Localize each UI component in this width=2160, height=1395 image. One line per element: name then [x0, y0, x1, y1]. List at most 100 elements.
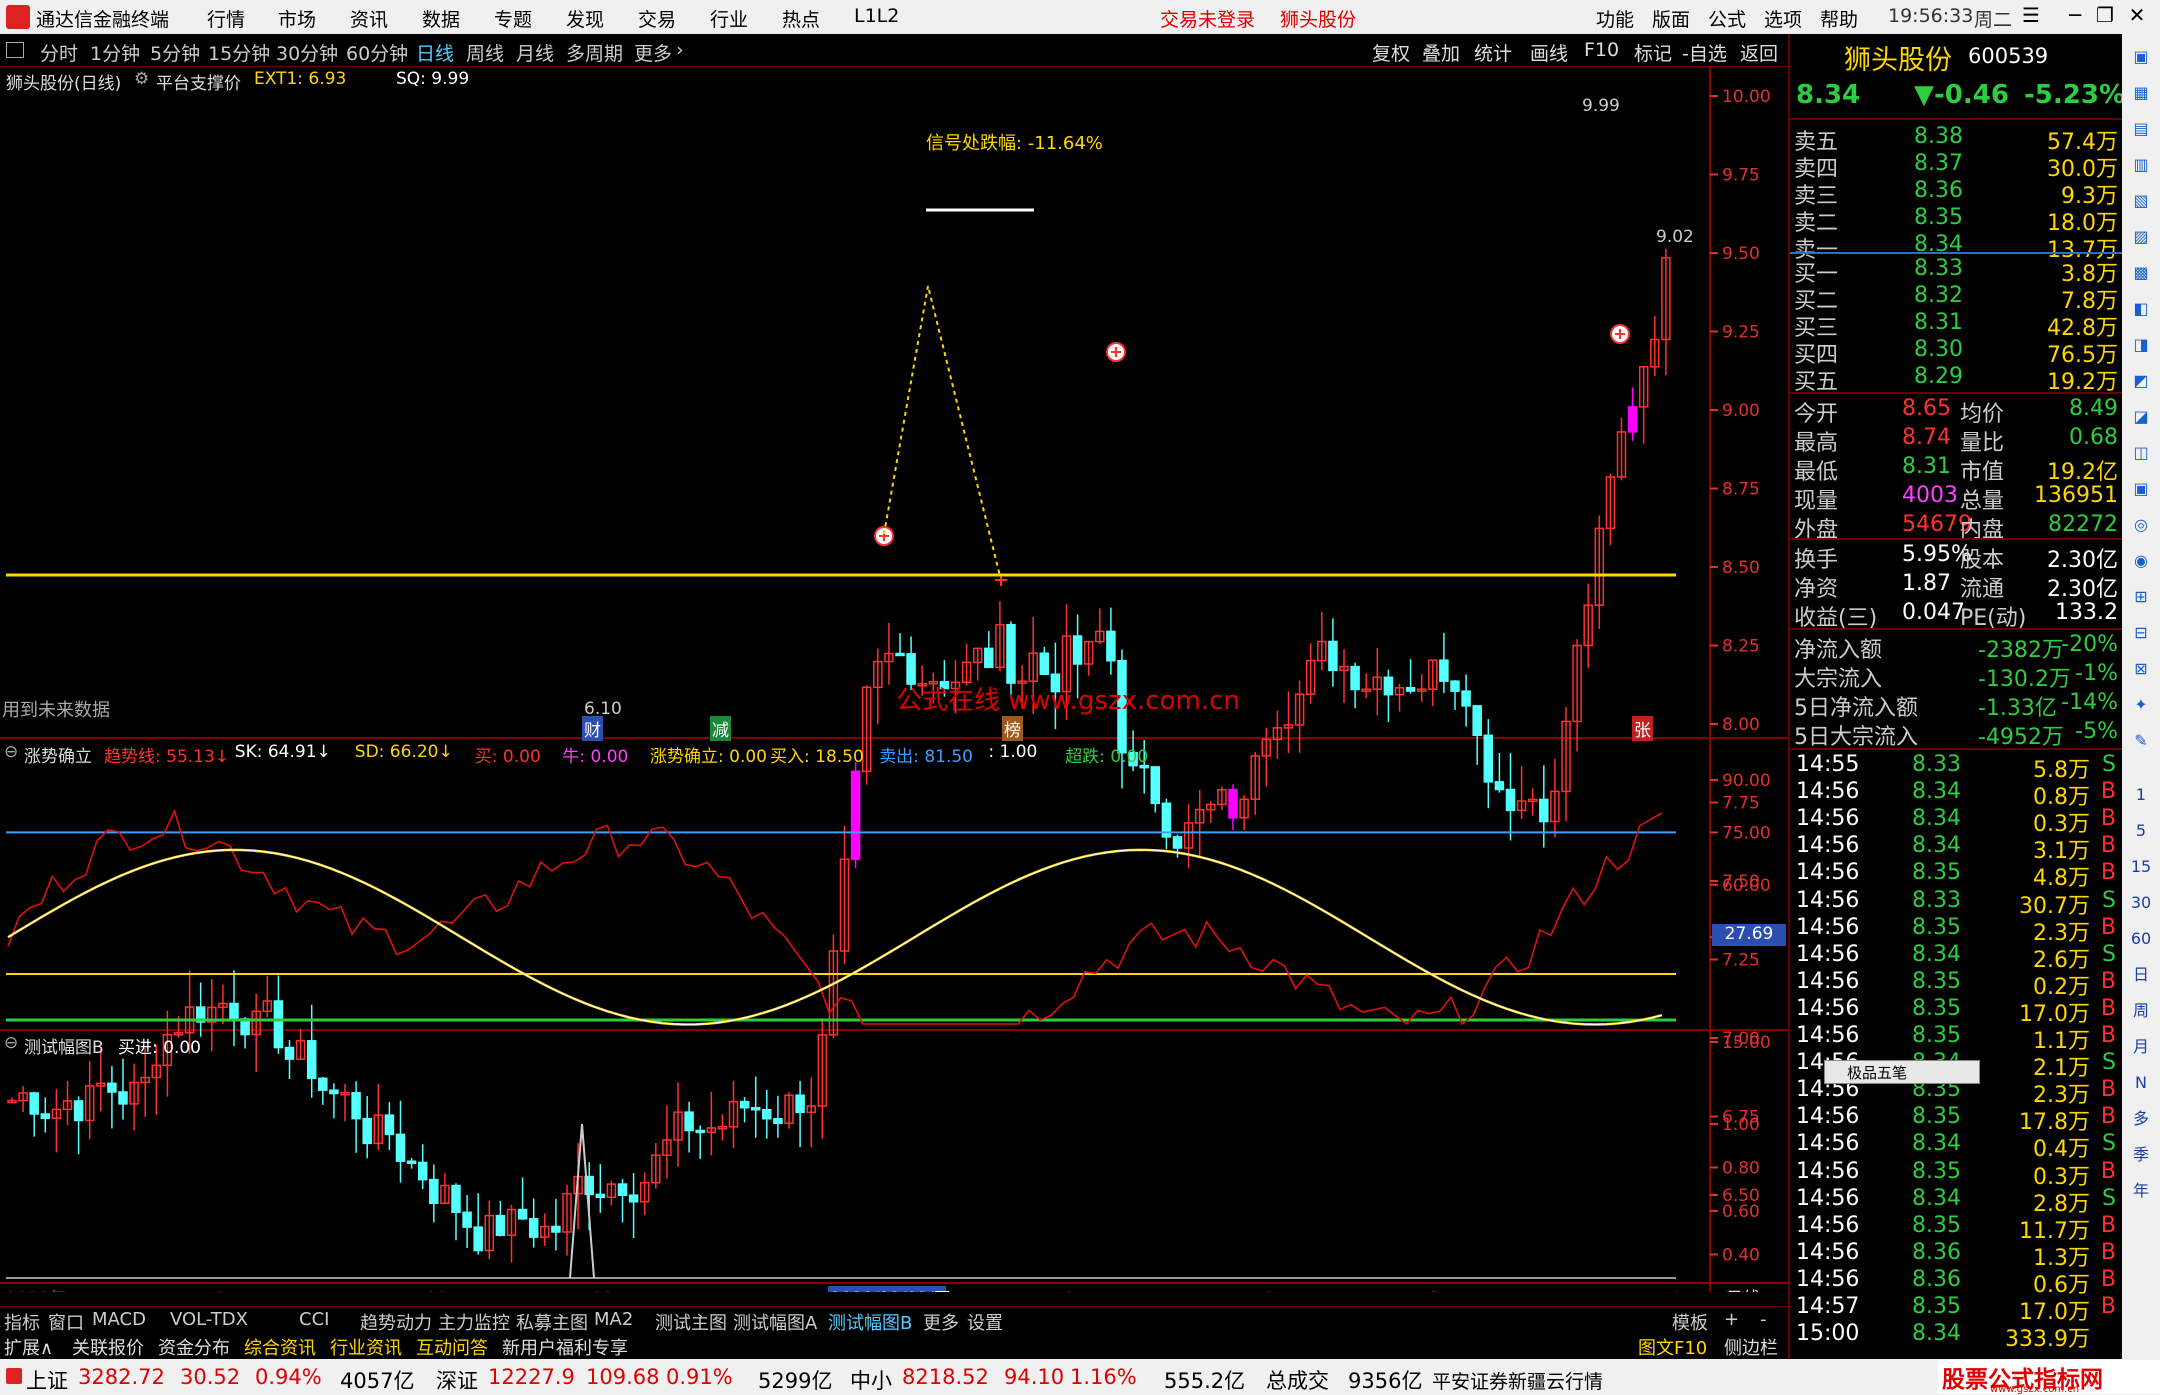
side-tool-icon[interactable]: ▧ [2128, 188, 2154, 214]
side-tool-icon[interactable]: ▩ [2128, 260, 2154, 286]
indicator1-toggle-icon[interactable]: ⊖ [4, 742, 18, 762]
menu-trade[interactable]: 交易 [638, 5, 676, 32]
period-60min[interactable]: 60分钟 [346, 39, 408, 66]
side-period-10[interactable]: 季 [2128, 1142, 2154, 1168]
side-tool-icon[interactable]: ◪ [2128, 404, 2154, 430]
minimize-icon[interactable]: ─ [2060, 3, 2090, 31]
marker-zhang[interactable]: 张 [1632, 716, 1653, 741]
menu-industry[interactable]: 行业 [710, 5, 748, 32]
side-tool-icon[interactable]: ▤ [2128, 116, 2154, 142]
ext-tab-5[interactable]: 互动问答 [416, 1334, 488, 1360]
marker-jian[interactable]: 减 [710, 716, 731, 741]
period-30min[interactable]: 30分钟 [276, 39, 338, 66]
ext-tab-4[interactable]: 行业资讯 [330, 1334, 402, 1360]
tab-4[interactable]: CCI [299, 1309, 329, 1330]
menu-data[interactable]: 数据 [422, 5, 460, 32]
period-5min[interactable]: 5分钟 [150, 39, 200, 66]
chart-area[interactable]: 10.00 9.75 9.50 9.25 9.00 8.75 8.50 8.25 8.00 7.7… [0, 66, 1788, 1292]
menu-formula[interactable]: 公式 [1708, 5, 1746, 32]
ext-tab-6[interactable]: 新用户福利专享 [502, 1334, 628, 1360]
gear-icon[interactable]: ⚙ [134, 69, 149, 89]
trade-login-status[interactable]: 交易未登录 [1160, 5, 1255, 32]
side-tool-icon[interactable]: ◎ [2128, 512, 2154, 538]
side-tool-icon[interactable]: ⊠ [2128, 656, 2154, 682]
period-daily[interactable]: 日线 [416, 39, 454, 66]
menu-hot[interactable]: 热点 [782, 5, 820, 32]
panel-toggle-icon[interactable] [6, 42, 24, 58]
sh-label[interactable]: 上证 [26, 1365, 68, 1395]
period-timeshare[interactable]: 分时 [40, 39, 78, 66]
side-period-4[interactable]: 60 [2128, 926, 2154, 952]
ext-right-0[interactable]: 图文F10 [1638, 1334, 1707, 1360]
menu-quote[interactable]: 行情 [207, 5, 245, 32]
side-tool-icon[interactable]: ◩ [2128, 368, 2154, 394]
ext-tab-2[interactable]: 资金分布 [158, 1334, 230, 1360]
side-tool-icon[interactable]: ◨ [2128, 332, 2154, 358]
btn-stats[interactable]: 统计 [1474, 39, 1512, 66]
side-tool-icon[interactable]: ◫ [2128, 440, 2154, 466]
side-period-1[interactable]: 5 [2128, 818, 2154, 844]
side-tool-icon[interactable]: ▥ [2128, 152, 2154, 178]
side-tool-icon[interactable]: ▣ [2128, 44, 2154, 70]
menu-layout[interactable]: 版面 [1652, 5, 1690, 32]
side-tool-icon[interactable]: ⊟ [2128, 620, 2154, 646]
menu-topic[interactable]: 专题 [494, 5, 532, 32]
side-period-8[interactable]: N [2128, 1070, 2154, 1096]
period-more[interactable]: 更多 [634, 39, 672, 66]
ext-tab-1[interactable]: 关联报价 [72, 1334, 144, 1360]
template-btn-1[interactable]: + [1724, 1309, 1739, 1330]
period-monthly[interactable]: 月线 [516, 39, 554, 66]
btn-back[interactable]: 返回 [1740, 39, 1778, 66]
tab-2[interactable]: MACD [92, 1309, 146, 1330]
side-tool-icon[interactable]: ▣ [2128, 476, 2154, 502]
chevron-right-icon[interactable]: › [676, 39, 684, 61]
side-period-0[interactable]: 1 [2128, 782, 2154, 808]
side-period-6[interactable]: 周 [2128, 998, 2154, 1024]
marker-bang[interactable]: 榜 [1002, 716, 1023, 741]
side-tool-icon[interactable]: ◧ [2128, 296, 2154, 322]
side-period-11[interactable]: 年 [2128, 1178, 2154, 1204]
side-tool-icon[interactable]: ▨ [2128, 224, 2154, 250]
btn-f10[interactable]: F10 [1584, 39, 1619, 61]
ext-tab-0[interactable]: 扩展∧ [4, 1334, 53, 1360]
chart-canvas[interactable]: 10.00 9.75 9.50 9.25 9.00 8.75 8.50 8.25 8.00 7.7… [0, 66, 1788, 1292]
period-weekly[interactable]: 周线 [466, 39, 504, 66]
ime-toolbar[interactable]: 极品五笔 [1824, 1060, 1980, 1084]
marker-cai[interactable]: 财 [582, 716, 603, 741]
side-tool-icon[interactable]: ✎ [2128, 728, 2154, 754]
btn-overlay[interactable]: 叠加 [1422, 39, 1460, 66]
period-multi[interactable]: 多周期 [566, 39, 623, 66]
side-tool-icon[interactable]: ✦ [2128, 692, 2154, 718]
side-period-2[interactable]: 15 [2128, 854, 2154, 880]
side-tool-icon[interactable]: ⊞ [2128, 584, 2154, 610]
menu-function[interactable]: 功能 [1596, 5, 1634, 32]
side-period-9[interactable]: 多 [2128, 1106, 2154, 1132]
menu-icon[interactable]: ☰ [2016, 3, 2046, 31]
ext-tab-3[interactable]: 综合资讯 [244, 1334, 316, 1360]
btn-adjust[interactable]: 复权 [1372, 39, 1410, 66]
menu-discover[interactable]: 发现 [566, 5, 604, 32]
tab-8[interactable]: MA2 [594, 1309, 633, 1330]
menu-l1l2[interactable]: L1L2 [854, 5, 899, 27]
tab-3[interactable]: VOL-TDX [170, 1309, 248, 1330]
indicator2-toggle-icon[interactable]: ⊖ [4, 1033, 18, 1053]
btn-draw[interactable]: 画线 [1530, 39, 1568, 66]
template-btn-2[interactable]: - [1760, 1309, 1767, 1330]
side-tool-icon[interactable]: ▦ [2128, 80, 2154, 106]
btn-mark[interactable]: 标记 [1634, 39, 1672, 66]
restore-icon[interactable]: ❐ [2090, 3, 2120, 31]
side-tool-icon[interactable]: ◉ [2128, 548, 2154, 574]
side-period-5[interactable]: 日 [2128, 962, 2154, 988]
zx-label[interactable]: 中小 [850, 1365, 892, 1395]
btn-remove-fav[interactable]: -自选 [1682, 39, 1727, 66]
menu-news[interactable]: 资讯 [350, 5, 388, 32]
side-period-3[interactable]: 30 [2128, 890, 2154, 916]
menu-options[interactable]: 选项 [1764, 5, 1802, 32]
menu-market[interactable]: 市场 [278, 5, 316, 32]
sz-label[interactable]: 深证 [436, 1365, 478, 1395]
period-1min[interactable]: 1分钟 [90, 39, 140, 66]
close-icon[interactable]: ✕ [2122, 3, 2152, 31]
period-15min[interactable]: 15分钟 [208, 39, 270, 66]
side-period-7[interactable]: 月 [2128, 1034, 2154, 1060]
menu-help[interactable]: 帮助 [1820, 5, 1858, 32]
